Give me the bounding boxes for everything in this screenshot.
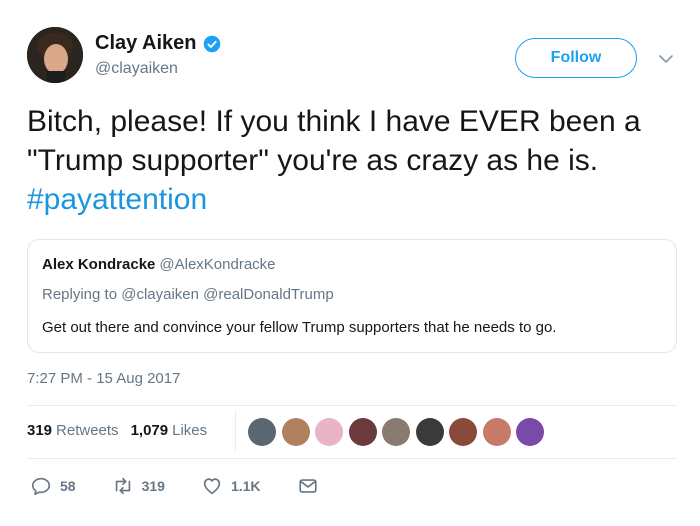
tweet-timestamp[interactable]: 7:27 PM - 15 Aug 2017	[27, 370, 180, 387]
liker-avatar[interactable]	[482, 418, 511, 446]
reply-action[interactable]: 58	[30, 475, 76, 497]
quoted-tweet-body: Get out there and convince your fellow T…	[42, 319, 557, 336]
liker-avatars	[248, 418, 550, 446]
retweet-count: 319	[141, 478, 165, 494]
likes-count[interactable]: 1,079	[131, 422, 169, 439]
retweet-action[interactable]: 319	[112, 475, 165, 497]
stats-top-divider	[27, 405, 677, 406]
quoted-tweet[interactable]: Alex Kondracke @AlexKondracke Replying to…	[27, 239, 677, 353]
retweets-label[interactable]: Retweets	[56, 422, 119, 439]
follow-button[interactable]: Follow	[515, 38, 637, 78]
author-display-name[interactable]: Clay Aiken	[95, 32, 197, 55]
avatar-image	[27, 27, 83, 83]
liker-avatar[interactable]	[449, 418, 477, 446]
reply-icon	[31, 477, 51, 496]
stats-bottom-divider	[27, 458, 677, 459]
quoted-replying-to: Replying to @clayaiken @realDonaldTrump	[42, 286, 334, 303]
liker-avatar[interactable]	[281, 418, 310, 446]
chevron-down-icon[interactable]	[657, 50, 675, 68]
tweet-text: Bitch, please! If you think I have EVER …	[27, 102, 687, 219]
like-action[interactable]: 1.1K	[201, 475, 261, 497]
verified-badge-icon	[203, 35, 220, 52]
retweet-icon	[115, 477, 130, 495]
liker-avatar[interactable]	[248, 418, 276, 446]
liker-avatar[interactable]	[315, 418, 343, 446]
quoted-author-handle: @AlexKondracke	[159, 256, 276, 273]
author-name-row: Clay Aiken	[95, 32, 221, 55]
retweets-count[interactable]: 319	[27, 422, 52, 439]
author-handle[interactable]: @clayaiken	[95, 60, 178, 78]
liker-avatar[interactable]	[348, 418, 377, 446]
quoted-tweet-header: Alex Kondracke @AlexKondracke	[42, 256, 276, 273]
liker-avatar[interactable]	[382, 418, 410, 446]
like-count: 1.1K	[230, 478, 261, 494]
liker-avatar[interactable]	[516, 418, 544, 446]
engagement-stats: 319 Retweets 1,079 Likes	[27, 422, 219, 439]
envelope-icon	[298, 479, 317, 493]
stats-separator	[235, 410, 236, 452]
direct-message-action[interactable]	[297, 475, 327, 497]
reply-count: 58	[60, 478, 76, 494]
tweet-body: Bitch, please! If you think I have EVER …	[27, 105, 641, 177]
author-avatar[interactable]	[27, 27, 83, 83]
tweet-actions: 58 319 1.1K	[30, 475, 363, 497]
heart-icon	[203, 478, 221, 495]
liker-avatar[interactable]	[415, 418, 444, 446]
likes-label[interactable]: Likes	[172, 422, 207, 439]
quoted-author-name: Alex Kondracke	[42, 256, 156, 273]
hashtag-link[interactable]: #payattention	[27, 183, 207, 216]
